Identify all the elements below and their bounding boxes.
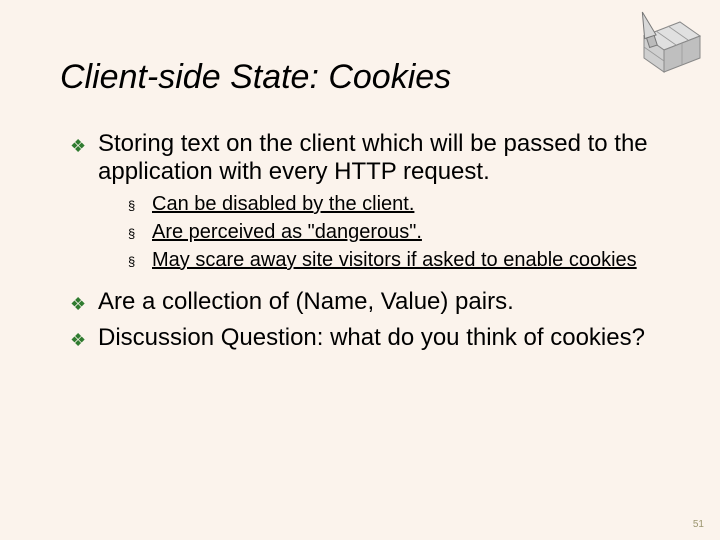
section-bullet-icon: § [128,192,152,218]
bullet-level2: § Are perceived as "dangerous". [128,220,660,246]
bullet-level1: ❖ Storing text on the client which will … [70,130,660,186]
diamond-bullet-icon: ❖ [70,324,98,354]
page-number: 51 [693,519,704,530]
slide: Client-side State: Cookies ❖ Storing tex… [0,0,720,540]
slide-title: Client-side State: Cookies [60,58,451,97]
bullet-level1: ❖ Discussion Question: what do you think… [70,324,660,354]
bullet-text: Storing text on the client which will be… [98,130,660,186]
section-bullet-icon: § [128,248,152,274]
bullet-level1: ❖ Are a collection of (Name, Value) pair… [70,288,660,318]
diamond-bullet-icon: ❖ [70,130,98,160]
bullet-text: Discussion Question: what do you think o… [98,324,660,352]
section-bullet-icon: § [128,220,152,246]
sub-bullet-text: Can be disabled by the client. [152,192,660,216]
bullet-text: Are a collection of (Name, Value) pairs. [98,288,660,316]
sub-bullet-group: § Can be disabled by the client. § Are p… [128,192,660,274]
sub-bullet-text: Are perceived as "dangerous". [152,220,660,244]
decorative-graphic [616,8,706,78]
sub-bullet-text: May scare away site visitors if asked to… [152,248,660,272]
bullet-level2: § Can be disabled by the client. [128,192,660,218]
bullet-level2: § May scare away site visitors if asked … [128,248,660,274]
diamond-bullet-icon: ❖ [70,288,98,318]
slide-body: ❖ Storing text on the client which will … [70,130,660,360]
